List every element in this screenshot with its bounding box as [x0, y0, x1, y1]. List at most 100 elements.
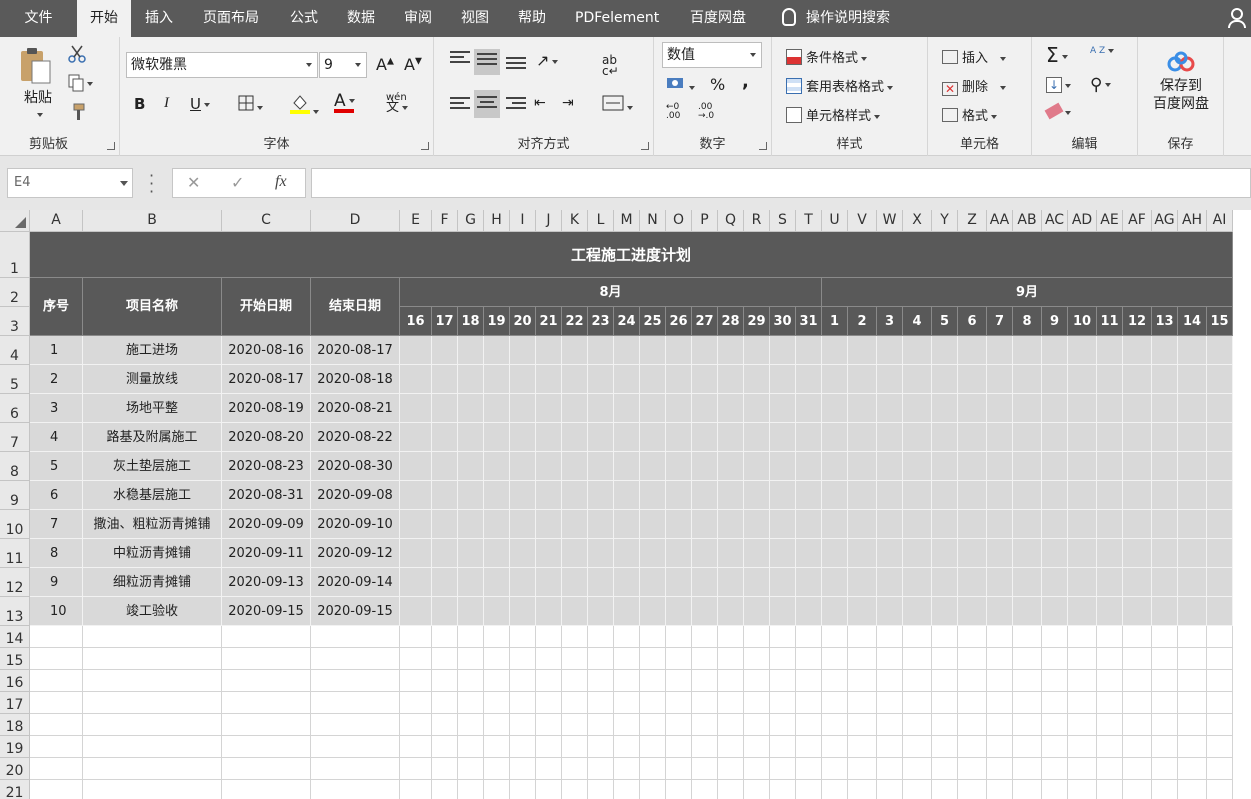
gantt-cell[interactable] [588, 481, 614, 510]
empty-cell[interactable] [614, 670, 640, 692]
tab-page-layout[interactable]: 页面布局 [203, 0, 259, 37]
empty-cell[interactable] [458, 714, 484, 736]
empty-cell[interactable] [796, 736, 822, 758]
row-header-7[interactable]: 7 [0, 423, 30, 452]
gantt-cell[interactable] [614, 510, 640, 539]
task-end-cell[interactable]: 2020-08-22 [311, 423, 400, 452]
gantt-cell[interactable] [614, 568, 640, 597]
gantt-cell[interactable] [1207, 568, 1233, 597]
gantt-cell[interactable] [458, 481, 484, 510]
gantt-cell[interactable] [432, 394, 458, 423]
gantt-cell[interactable] [1152, 568, 1178, 597]
gantt-cell[interactable] [1207, 597, 1233, 626]
gantt-cell[interactable] [932, 423, 958, 452]
empty-cell[interactable] [1123, 648, 1152, 670]
header-name[interactable]: 项目名称 [83, 278, 222, 336]
comma-button[interactable]: , [742, 71, 749, 92]
gantt-cell[interactable] [770, 423, 796, 452]
empty-cell[interactable] [796, 758, 822, 780]
empty-cell[interactable] [1013, 714, 1042, 736]
gantt-cell[interactable] [744, 539, 770, 568]
task-end-cell[interactable]: 2020-08-17 [311, 336, 400, 365]
empty-cell[interactable] [770, 670, 796, 692]
empty-cell[interactable] [903, 780, 932, 799]
alignment-launcher-icon[interactable] [641, 142, 649, 150]
empty-cell[interactable] [83, 626, 222, 648]
gantt-cell[interactable] [510, 365, 536, 394]
gantt-cell[interactable] [666, 394, 692, 423]
gantt-cell[interactable] [848, 597, 877, 626]
column-header-aa[interactable]: AA [987, 210, 1013, 232]
task-name-cell[interactable]: 细粒沥青摊铺 [83, 568, 222, 597]
empty-cell[interactable] [796, 648, 822, 670]
empty-cell[interactable] [822, 758, 848, 780]
empty-cell[interactable] [1013, 648, 1042, 670]
gantt-cell[interactable] [987, 539, 1013, 568]
empty-cell[interactable] [848, 692, 877, 714]
gantt-cell[interactable] [718, 597, 744, 626]
empty-cell[interactable] [1207, 648, 1233, 670]
task-start-cell[interactable]: 2020-09-15 [222, 597, 311, 626]
gantt-cell[interactable] [1097, 568, 1123, 597]
gantt-cell[interactable] [987, 481, 1013, 510]
find-select-button[interactable]: ⚲ [1090, 75, 1112, 95]
gantt-cell[interactable] [1152, 394, 1178, 423]
gantt-cell[interactable] [770, 365, 796, 394]
empty-cell[interactable] [770, 648, 796, 670]
gantt-cell[interactable] [987, 423, 1013, 452]
gantt-cell[interactable] [666, 597, 692, 626]
gantt-cell[interactable] [640, 510, 666, 539]
empty-cell[interactable] [692, 736, 718, 758]
empty-cell[interactable] [640, 692, 666, 714]
empty-cell[interactable] [400, 692, 432, 714]
empty-cell[interactable] [987, 626, 1013, 648]
gantt-cell[interactable] [562, 568, 588, 597]
column-header-j[interactable]: J [536, 210, 562, 232]
empty-cell[interactable] [1097, 736, 1123, 758]
gantt-cell[interactable] [1097, 481, 1123, 510]
clear-button[interactable] [1044, 102, 1071, 120]
gantt-cell[interactable] [1068, 539, 1097, 568]
empty-cell[interactable] [932, 692, 958, 714]
empty-cell[interactable] [311, 626, 400, 648]
gantt-cell[interactable] [822, 510, 848, 539]
gantt-cell[interactable] [1152, 481, 1178, 510]
cut-icon[interactable] [68, 45, 86, 67]
gantt-cell[interactable] [666, 365, 692, 394]
empty-cell[interactable] [1097, 648, 1123, 670]
day-header[interactable]: 3 [877, 307, 903, 336]
empty-cell[interactable] [588, 670, 614, 692]
empty-cell[interactable] [718, 780, 744, 799]
column-header-c[interactable]: C [222, 210, 311, 232]
day-header[interactable]: 22 [562, 307, 588, 336]
gantt-cell[interactable] [432, 539, 458, 568]
day-header[interactable]: 31 [796, 307, 822, 336]
fill-color-button[interactable] [290, 93, 319, 119]
empty-cell[interactable] [1123, 714, 1152, 736]
empty-cell[interactable] [770, 758, 796, 780]
task-name-cell[interactable]: 撒油、粗粒沥青摊铺 [83, 510, 222, 539]
empty-cell[interactable] [1042, 648, 1068, 670]
task-name-cell[interactable]: 施工进场 [83, 336, 222, 365]
gantt-cell[interactable] [562, 394, 588, 423]
gantt-cell[interactable] [562, 539, 588, 568]
empty-cell[interactable] [562, 736, 588, 758]
empty-cell[interactable] [718, 758, 744, 780]
row-header-20[interactable]: 20 [0, 758, 30, 780]
empty-cell[interactable] [432, 758, 458, 780]
empty-cell[interactable] [432, 626, 458, 648]
gantt-cell[interactable] [1178, 568, 1207, 597]
gantt-cell[interactable] [400, 510, 432, 539]
gantt-cell[interactable] [958, 365, 987, 394]
empty-cell[interactable] [932, 714, 958, 736]
month-header[interactable]: 9月 [822, 278, 1233, 307]
empty-cell[interactable] [987, 780, 1013, 799]
gantt-cell[interactable] [1207, 394, 1233, 423]
empty-cell[interactable] [562, 670, 588, 692]
gantt-cell[interactable] [510, 539, 536, 568]
gantt-cell[interactable] [484, 423, 510, 452]
empty-cell[interactable] [848, 736, 877, 758]
empty-cell[interactable] [458, 736, 484, 758]
empty-cell[interactable] [1152, 670, 1178, 692]
copy-icon[interactable] [68, 74, 94, 96]
